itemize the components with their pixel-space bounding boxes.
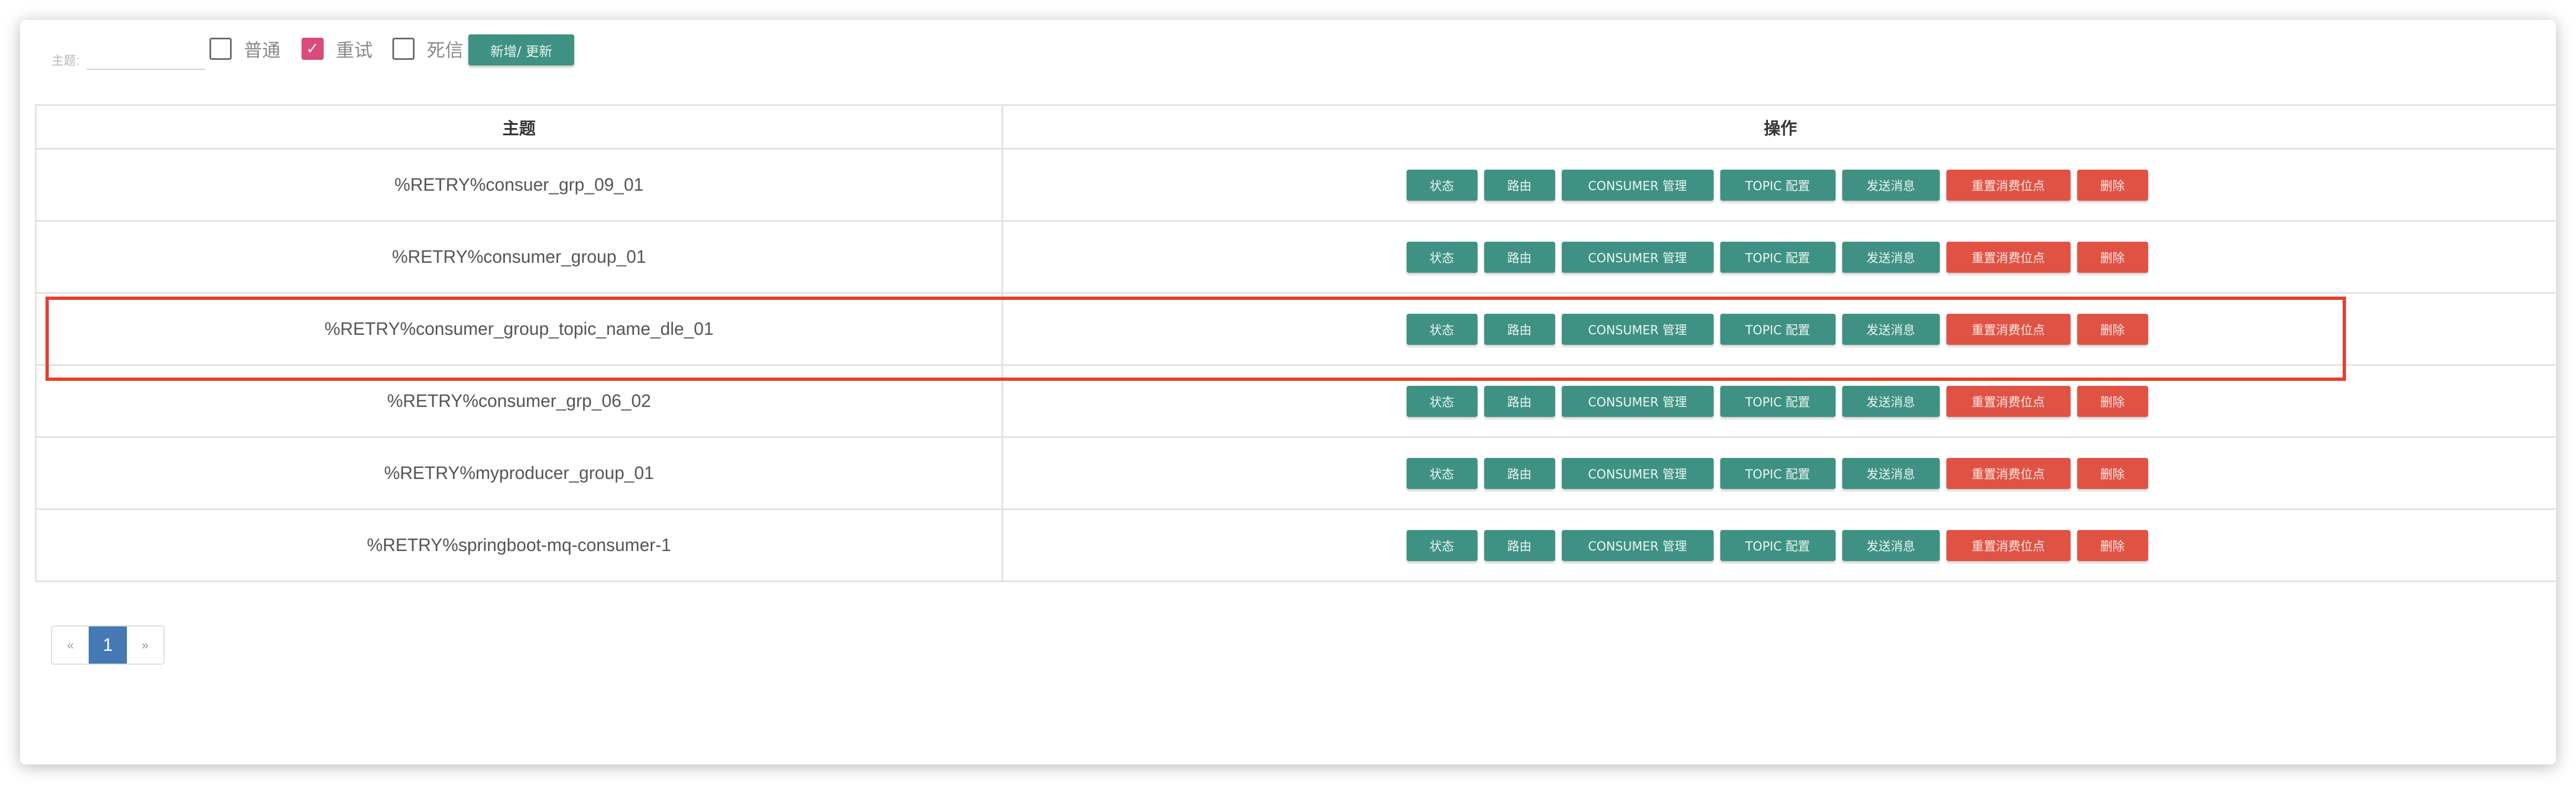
send-message-button[interactable]: 发送消息 — [1842, 169, 1940, 201]
checkbox-retry-label: 重试 — [336, 39, 372, 61]
action-buttons: 状态 路由 CONSUMER 管理 TOPIC 配置 发送消息 重置消费位点 删… — [1406, 313, 2148, 345]
status-button[interactable]: 状态 — [1406, 385, 1478, 417]
consumer-manage-button[interactable]: CONSUMER 管理 — [1561, 169, 1714, 201]
topic-name: %RETRY%myproducer_group_01 — [384, 463, 654, 483]
status-button[interactable]: 状态 — [1406, 313, 1478, 345]
topic-filter-label: 主题: — [52, 54, 80, 68]
action-buttons: 状态 路由 CONSUMER 管理 TOPIC 配置 发送消息 重置消费位点 删… — [1406, 385, 2148, 417]
reset-offset-button[interactable]: 重置消费位点 — [1946, 457, 2071, 489]
operations-cell: 状态 路由 CONSUMER 管理 TOPIC 配置 发送消息 重置消费位点 删… — [1003, 366, 2558, 436]
header-cell-topic: 主题 — [37, 106, 1003, 148]
topic-name: %RETRY%consuer_grp_09_01 — [394, 175, 644, 195]
table-row: %RETRY%springboot-mq-consumer-1 状态 路由 CO… — [37, 510, 2558, 582]
status-button[interactable]: 状态 — [1406, 457, 1478, 489]
reset-offset-button[interactable]: 重置消费位点 — [1946, 313, 2071, 345]
topic-filter-input[interactable] — [86, 47, 205, 70]
route-button[interactable]: 路由 — [1484, 529, 1555, 561]
consumer-manage-button[interactable]: CONSUMER 管理 — [1561, 313, 1714, 345]
table-header-row: 主题 操作 — [37, 106, 2558, 150]
delete-button[interactable]: 删除 — [2077, 385, 2148, 417]
topic-config-button[interactable]: TOPIC 配置 — [1720, 385, 1836, 417]
send-message-button[interactable]: 发送消息 — [1842, 241, 1940, 273]
topic-cell: %RETRY%myproducer_group_01 — [37, 438, 1003, 508]
reset-offset-button[interactable]: 重置消费位点 — [1946, 241, 2071, 273]
consumer-manage-button[interactable]: CONSUMER 管理 — [1561, 529, 1714, 561]
status-button[interactable]: 状态 — [1406, 169, 1478, 201]
header-cell-operations: 操作 — [1003, 106, 2558, 148]
consumer-manage-button[interactable]: CONSUMER 管理 — [1561, 241, 1714, 273]
header-topic: 主题 — [502, 119, 536, 139]
checkmark-icon: ✓ — [306, 40, 319, 57]
operations-cell: 状态 路由 CONSUMER 管理 TOPIC 配置 发送消息 重置消费位点 删… — [1003, 438, 2558, 508]
topic-config-button[interactable]: TOPIC 配置 — [1720, 241, 1836, 273]
pagination-next[interactable]: » — [127, 626, 163, 664]
checkbox-normal[interactable]: 普通 — [209, 38, 280, 61]
topic-config-button[interactable]: TOPIC 配置 — [1720, 313, 1836, 345]
pagination-page-current[interactable]: 1 — [89, 626, 127, 664]
header-operations: 操作 — [1764, 119, 1797, 139]
status-button[interactable]: 状态 — [1406, 529, 1478, 561]
pagination: « 1 » — [51, 625, 165, 665]
topic-config-button[interactable]: TOPIC 配置 — [1720, 529, 1836, 561]
reset-offset-button[interactable]: 重置消费位点 — [1946, 169, 2071, 201]
table-row: %RETRY%consumer_grp_06_02 状态 路由 CONSUMER… — [37, 366, 2558, 438]
send-message-button[interactable]: 发送消息 — [1842, 313, 1940, 345]
topic-table: 主题 操作 %RETRY%consuer_grp_09_01 状态 路由 CON… — [35, 104, 2558, 582]
operations-cell: 状态 路由 CONSUMER 管理 TOPIC 配置 发送消息 重置消费位点 删… — [1003, 510, 2558, 580]
checkbox-retry[interactable]: ✓ 重试 — [301, 38, 372, 61]
topic-name: %RETRY%consumer_grp_06_02 — [387, 391, 651, 411]
checkbox-box-checked[interactable]: ✓ — [301, 38, 324, 60]
topic-name: %RETRY%consumer_group_01 — [392, 247, 646, 267]
delete-button[interactable]: 删除 — [2077, 169, 2148, 201]
action-buttons: 状态 路由 CONSUMER 管理 TOPIC 配置 发送消息 重置消费位点 删… — [1406, 529, 2148, 561]
add-update-button[interactable]: 新增/ 更新 — [468, 34, 574, 65]
operations-cell: 状态 路由 CONSUMER 管理 TOPIC 配置 发送消息 重置消费位点 删… — [1003, 294, 2558, 364]
checkbox-dlq[interactable]: 死信 — [392, 38, 463, 61]
checkbox-box[interactable] — [209, 38, 232, 60]
route-button[interactable]: 路由 — [1484, 241, 1555, 273]
consumer-manage-button[interactable]: CONSUMER 管理 — [1561, 457, 1714, 489]
topic-cell: %RETRY%consuer_grp_09_01 — [37, 150, 1003, 220]
delete-button[interactable]: 删除 — [2077, 313, 2148, 345]
checkbox-normal-label: 普通 — [244, 39, 280, 61]
consumer-manage-button[interactable]: CONSUMER 管理 — [1561, 385, 1714, 417]
reset-offset-button[interactable]: 重置消费位点 — [1946, 385, 2071, 417]
topic-cell: %RETRY%consumer_group_topic_name_dle_01 — [37, 294, 1003, 364]
delete-button[interactable]: 删除 — [2077, 457, 2148, 489]
operations-cell: 状态 路由 CONSUMER 管理 TOPIC 配置 发送消息 重置消费位点 删… — [1003, 222, 2558, 292]
topic-config-button[interactable]: TOPIC 配置 — [1720, 457, 1836, 489]
send-message-button[interactable]: 发送消息 — [1842, 529, 1940, 561]
operations-cell: 状态 路由 CONSUMER 管理 TOPIC 配置 发送消息 重置消费位点 删… — [1003, 150, 2558, 220]
topic-cell: %RETRY%springboot-mq-consumer-1 — [37, 510, 1003, 580]
topic-config-button[interactable]: TOPIC 配置 — [1720, 169, 1836, 201]
action-buttons: 状态 路由 CONSUMER 管理 TOPIC 配置 发送消息 重置消费位点 删… — [1406, 241, 2148, 273]
action-buttons: 状态 路由 CONSUMER 管理 TOPIC 配置 发送消息 重置消费位点 删… — [1406, 169, 2148, 201]
table-row: %RETRY%myproducer_group_01 状态 路由 CONSUME… — [37, 438, 2558, 510]
topic-cell: %RETRY%consumer_grp_06_02 — [37, 366, 1003, 436]
route-button[interactable]: 路由 — [1484, 385, 1555, 417]
table-row: %RETRY%consumer_group_01 状态 路由 CONSUMER … — [37, 222, 2558, 294]
pagination-prev[interactable]: « — [52, 626, 89, 664]
action-buttons: 状态 路由 CONSUMER 管理 TOPIC 配置 发送消息 重置消费位点 删… — [1406, 457, 2148, 489]
topic-name: %RETRY%consumer_group_topic_name_dle_01 — [324, 319, 714, 339]
route-button[interactable]: 路由 — [1484, 457, 1555, 489]
send-message-button[interactable]: 发送消息 — [1842, 457, 1940, 489]
topic-name: %RETRY%springboot-mq-consumer-1 — [367, 535, 671, 555]
route-button[interactable]: 路由 — [1484, 313, 1555, 345]
topic-cell: %RETRY%consumer_group_01 — [37, 222, 1003, 292]
checkbox-box[interactable] — [392, 38, 415, 60]
checkbox-dlq-label: 死信 — [427, 39, 463, 61]
delete-button[interactable]: 删除 — [2077, 241, 2148, 273]
delete-button[interactable]: 删除 — [2077, 529, 2148, 561]
route-button[interactable]: 路由 — [1484, 169, 1555, 201]
status-button[interactable]: 状态 — [1406, 241, 1478, 273]
table-row: %RETRY%consumer_group_topic_name_dle_01 … — [37, 294, 2558, 366]
send-message-button[interactable]: 发送消息 — [1842, 385, 1940, 417]
table-row: %RETRY%consuer_grp_09_01 状态 路由 CONSUMER … — [37, 150, 2558, 222]
reset-offset-button[interactable]: 重置消费位点 — [1946, 529, 2071, 561]
